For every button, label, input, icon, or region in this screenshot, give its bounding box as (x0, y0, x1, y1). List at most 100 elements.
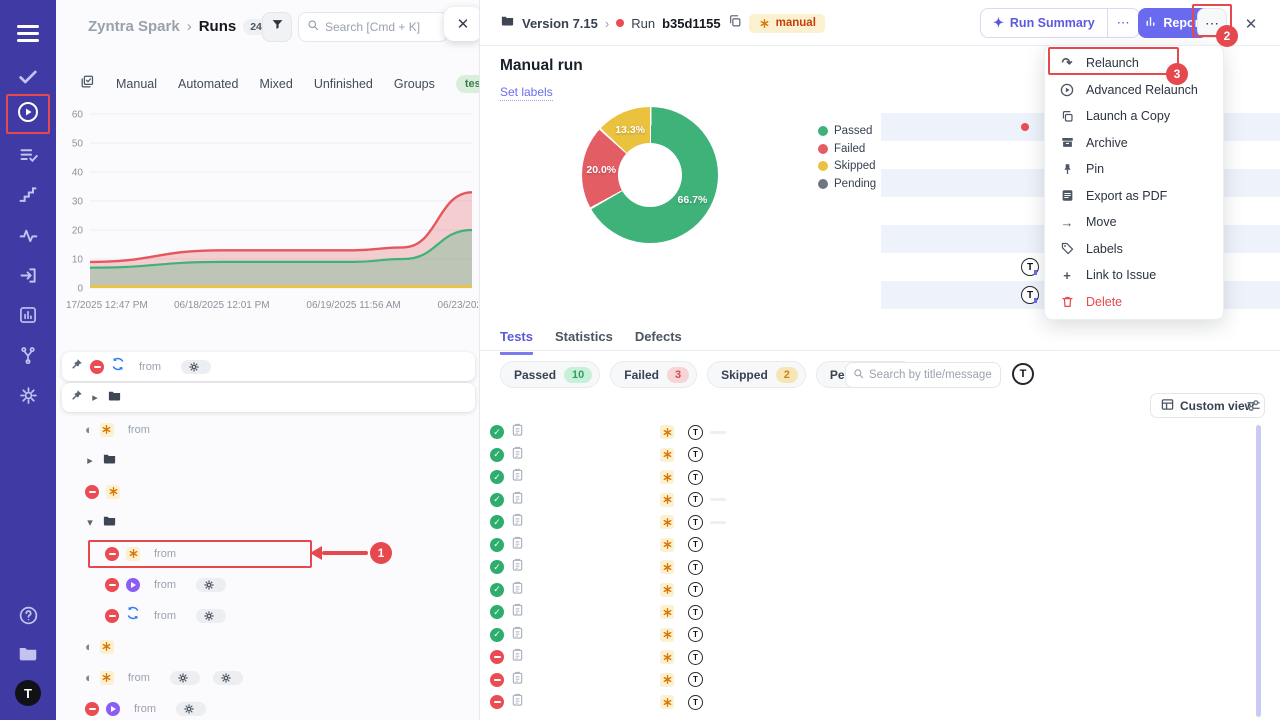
set-labels-link[interactable]: Set labels (500, 85, 553, 101)
menu-item-delete[interactable]: Delete (1045, 289, 1223, 316)
tab-automated[interactable]: Automated (178, 77, 238, 91)
pulse-icon[interactable] (0, 220, 56, 250)
import-icon[interactable] (0, 260, 56, 290)
legend-dot (818, 179, 828, 189)
close-run-button[interactable]: ✕ (1240, 13, 1262, 35)
runs-search[interactable] (298, 12, 448, 42)
assignee-avatar[interactable]: T (1012, 363, 1034, 385)
tab-manual[interactable]: Manual (116, 77, 157, 91)
menu-item-labels[interactable]: Labels (1045, 236, 1223, 263)
filter-skipped[interactable]: Skipped2 (707, 361, 806, 388)
chevron-right-icon[interactable]: ▸ (85, 454, 95, 467)
chevron-right-icon[interactable]: ▸ (90, 391, 100, 404)
run-row[interactable]: ◐from (56, 414, 480, 445)
test-row[interactable]: ✓T (490, 489, 1260, 512)
gear-icon[interactable] (0, 380, 56, 410)
svg-text:06/23/202: 06/23/202 (438, 300, 479, 311)
assignee-avatar: T (688, 470, 703, 485)
run-row[interactable]: ◐from (56, 662, 480, 693)
tab-mixed[interactable]: Mixed (259, 77, 292, 91)
testcase-icon (511, 468, 524, 486)
run-more-actions-button[interactable]: ⋯ (1197, 8, 1227, 38)
tab-statistics[interactable]: Statistics (555, 329, 613, 355)
assignee-avatar: T (688, 515, 703, 530)
test-row[interactable]: ✓T (490, 466, 1260, 489)
projects-folder-icon[interactable] (0, 638, 56, 668)
project-name[interactable]: Zyntra Spark (88, 18, 180, 35)
menu-item-advanced-relaunch[interactable]: Advanced Relaunch (1045, 77, 1223, 104)
assignee-avatar: T (688, 627, 703, 642)
test-status-icon: ✓ (490, 538, 504, 552)
tab-defects[interactable]: Defects (635, 329, 682, 355)
breadcrumb-folder[interactable]: Version 7.15 (522, 16, 598, 31)
legend-item[interactable]: Failed (818, 141, 876, 157)
run-row[interactable]: from (56, 538, 480, 569)
menu-item-archive[interactable]: Archive (1045, 130, 1223, 157)
test-row[interactable]: ✓T (490, 534, 1260, 557)
test-row[interactable]: ✓T (490, 511, 1260, 534)
branch-icon[interactable] (0, 340, 56, 370)
legend-item[interactable]: Skipped (818, 158, 876, 174)
hamburger-icon[interactable] (0, 18, 56, 48)
test-row[interactable]: ✓T (490, 444, 1260, 467)
copy-icon[interactable] (728, 14, 742, 33)
legend-item[interactable]: Pending (818, 176, 876, 192)
run-row[interactable]: ▸ (56, 445, 480, 476)
test-row[interactable]: T (490, 669, 1260, 692)
test-row[interactable]: T (490, 646, 1260, 669)
filter-failed[interactable]: Failed3 (610, 361, 697, 388)
info-value: T (1021, 286, 1045, 304)
filter-button[interactable] (262, 12, 292, 42)
tests-search[interactable] (845, 362, 1001, 388)
test-list-icon[interactable] (0, 140, 56, 170)
tab-tests[interactable]: Tests (500, 329, 533, 355)
svg-text:10: 10 (72, 255, 84, 266)
test-status-icon (490, 650, 504, 664)
testcase-icon (511, 423, 524, 441)
run-row[interactable]: from (56, 600, 480, 631)
test-row[interactable]: ✓T (490, 421, 1260, 444)
tab-test-badge[interactable]: tes (456, 75, 480, 93)
run-summary-more-button[interactable]: ⋯ (1107, 9, 1139, 37)
milestones-icon[interactable] (0, 180, 56, 210)
test-row[interactable]: ✓T (490, 579, 1260, 602)
layers-icon[interactable] (80, 74, 95, 94)
tasks-check-icon[interactable] (0, 62, 56, 92)
run-row[interactable] (56, 476, 480, 507)
run-row[interactable]: ▾ (56, 507, 480, 538)
menu-item-pin[interactable]: Pin (1045, 156, 1223, 183)
runs-panel: Zyntra Spark › Runs 243 ✕ Manual Automat… (56, 0, 480, 720)
chevron-down-icon[interactable]: ▾ (85, 516, 95, 529)
analytics-icon[interactable] (0, 300, 56, 330)
menu-item-link-to-issue[interactable]: +Link to Issue (1045, 262, 1223, 289)
test-row[interactable]: ✓T (490, 601, 1260, 624)
legend-item[interactable]: Passed (818, 123, 876, 139)
menu-item-export-as-pdf[interactable]: Export as PDF (1045, 183, 1223, 210)
run-row[interactable]: from (62, 352, 475, 381)
tab-groups[interactable]: Groups (394, 77, 435, 91)
view-settings-icon[interactable] (1246, 398, 1261, 418)
run-row[interactable]: ◐ (56, 631, 480, 662)
menu-item-relaunch[interactable]: ↷Relaunch (1045, 50, 1223, 77)
run-row[interactable]: from (56, 569, 480, 600)
panel-close-button[interactable]: ✕ (444, 7, 480, 41)
tests-search-input[interactable] (869, 369, 993, 381)
search-input[interactable] (325, 20, 439, 34)
test-status-icon: ✓ (490, 470, 504, 484)
scrollbar[interactable] (1256, 425, 1261, 717)
test-row[interactable]: ✓T (490, 556, 1260, 579)
test-row[interactable]: ✓T (490, 624, 1260, 647)
test-row[interactable]: T (490, 691, 1260, 714)
user-avatar[interactable]: T (0, 678, 56, 708)
menu-item-move[interactable]: →Move (1045, 209, 1223, 236)
tab-unfinished[interactable]: Unfinished (314, 77, 373, 91)
page-title: Runs (199, 18, 237, 35)
runs-play-icon[interactable] (0, 97, 56, 127)
help-icon[interactable] (0, 600, 56, 630)
menu-item-launch-a-copy[interactable]: Launch a Copy (1045, 103, 1223, 130)
run-row[interactable]: from (56, 693, 480, 720)
run-row[interactable]: ▸ (62, 383, 475, 412)
test-status-icon: ✓ (490, 448, 504, 462)
run-summary-button[interactable]: ✦Run Summary ⋯ (980, 8, 1140, 38)
filter-passed[interactable]: Passed10 (500, 361, 600, 388)
